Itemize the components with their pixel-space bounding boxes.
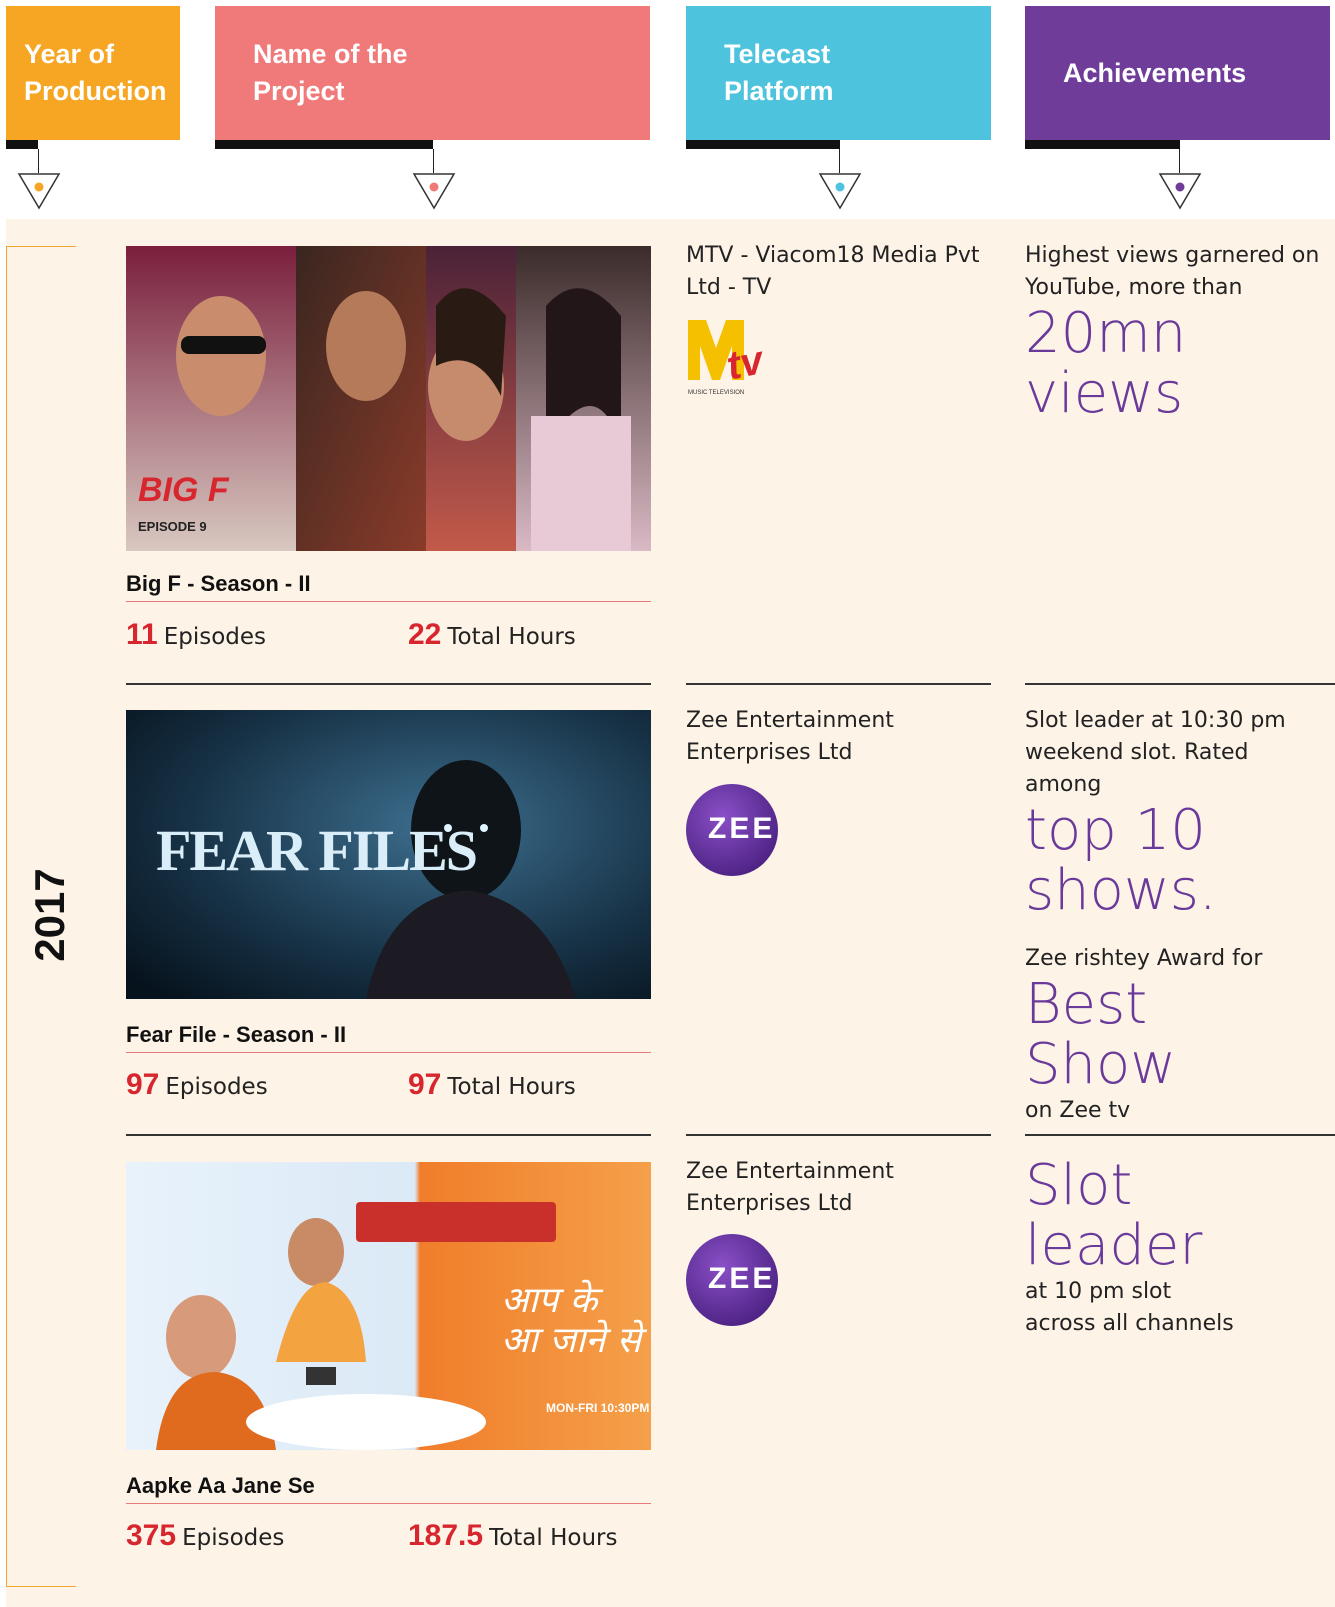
zee-logo-text: ZEE	[708, 1262, 776, 1295]
project-thumbnail: आप के आ जाने से MON-FRI 10:30PM	[126, 1162, 651, 1450]
achievement-highlight: 20mn views	[1025, 301, 1187, 426]
connector-line	[433, 149, 434, 173]
achievement-intro: Highest views garnered on YouTube, more …	[1025, 243, 1320, 300]
project-thumbnail: FEAR FILES	[126, 710, 651, 999]
project-title: Big F - Season - II	[126, 571, 651, 602]
hours-label: Total Hours	[447, 624, 576, 650]
header-achievements: Achievements	[1025, 6, 1330, 140]
hours-label: Total Hours	[447, 1074, 576, 1100]
project-title: Aapke Aa Jane Se	[126, 1473, 651, 1504]
header-achievements-label: Achievements	[1063, 57, 1247, 88]
episodes-count: 375	[126, 1519, 177, 1552]
project-thumbnail: BIG F EPISODE 9	[126, 246, 651, 551]
year-label: 2017	[26, 868, 73, 962]
zee-logo: ZEE	[686, 1234, 778, 1326]
svg-text:tv: tv	[723, 338, 770, 389]
achievement-highlight-2: Best Show	[1025, 972, 1177, 1097]
triangle-down-icon	[1158, 173, 1202, 210]
achievement: Slot leader at 10 pm slot across all cha…	[1025, 1156, 1325, 1340]
aapke-aa-jane-se-poster-image: आप के आ जाने से MON-FRI 10:30PM	[126, 1162, 651, 1450]
header-platform-label: Telecast Platform	[724, 39, 834, 106]
platform-name: MTV - Viacom18 Media Pvt Ltd - TV	[686, 243, 980, 300]
header-bar-project	[215, 140, 433, 149]
achievement-intro-2: Zee rishtey Award for	[1025, 946, 1263, 971]
achievement: Highest views garnered on YouTube, more …	[1025, 240, 1325, 424]
connector-line	[839, 149, 840, 173]
achievement-outro: at 10 pm slot across all channels	[1025, 1279, 1234, 1336]
header-year-label: Year of Production	[24, 39, 167, 106]
header-platform: Telecast Platform	[686, 6, 991, 140]
episodes-label: Episodes	[182, 1525, 285, 1551]
hours-count: 187.5	[408, 1519, 484, 1552]
episodes-label: Episodes	[165, 1074, 268, 1100]
episodes-stat: 375 Episodes	[126, 1519, 284, 1553]
achievement-highlight: top 10 shows.	[1025, 798, 1217, 923]
row-separator	[1025, 683, 1335, 685]
row-separator	[686, 683, 991, 685]
mtv-logo: tv MUSIC TELEVISION	[686, 318, 786, 398]
hours-stat: 187.5 Total Hours	[408, 1519, 618, 1553]
poster-schedule-text: MON-FRI 10:30PM	[546, 1401, 649, 1415]
hours-label: Total Hours	[489, 1525, 618, 1551]
episodes-stat: 11 Episodes	[126, 618, 266, 652]
row-separator	[126, 683, 651, 685]
achievement-outro: on Zee tv	[1025, 1098, 1131, 1123]
episodes-count: 97	[126, 1068, 160, 1101]
project-title: Fear File - Season - II	[126, 1022, 651, 1053]
header-bar-achievements	[1025, 140, 1180, 149]
connector-line	[38, 149, 39, 173]
mtv-logo-sub: MUSIC TELEVISION	[688, 390, 744, 396]
row-separator	[686, 1134, 991, 1136]
row-separator	[126, 1134, 651, 1136]
episodes-stat: 97 Episodes	[126, 1068, 268, 1102]
achievement-highlight: Slot leader	[1025, 1153, 1203, 1278]
zee-logo-text: ZEE	[708, 812, 776, 845]
platform-name: Zee Entertainment Enterprises Ltd	[686, 1159, 894, 1216]
big-f-poster-image: BIG F EPISODE 9	[126, 246, 651, 551]
platform-name: Zee Entertainment Enterprises Ltd	[686, 708, 894, 765]
hours-stat: 22 Total Hours	[408, 618, 576, 652]
row-separator	[1025, 1134, 1335, 1136]
achievement: Slot leader at 10:30 pm weekend slot. Ra…	[1025, 705, 1325, 1127]
svg-text:आप के: आप के	[501, 1279, 604, 1321]
poster-title-text: FEAR FILES	[156, 818, 476, 883]
header-year: Year of Production	[6, 6, 180, 140]
achievement-intro: Slot leader at 10:30 pm weekend slot. Ra…	[1025, 708, 1286, 797]
svg-text:आ जाने से: आ जाने से	[501, 1319, 648, 1361]
fear-files-poster-image: FEAR FILES	[126, 710, 651, 999]
header-project-label: Name of the Project	[253, 39, 408, 106]
poster-title-text: BIG F	[138, 471, 230, 509]
triangle-down-icon	[818, 173, 862, 210]
hours-stat: 97 Total Hours	[408, 1068, 576, 1102]
header-bar-platform	[686, 140, 840, 149]
triangle-down-icon	[412, 173, 456, 210]
hours-count: 97	[408, 1068, 442, 1101]
triangle-down-icon	[17, 173, 61, 210]
zee-logo: ZEE	[686, 784, 778, 876]
hours-count: 22	[408, 618, 442, 651]
header-project: Name of the Project	[215, 6, 650, 140]
header-bar-year	[6, 140, 38, 149]
episodes-label: Episodes	[163, 624, 267, 650]
svg-text:EPISODE 9: EPISODE 9	[138, 519, 207, 534]
episodes-count: 11	[126, 618, 158, 651]
connector-line	[1179, 149, 1180, 173]
